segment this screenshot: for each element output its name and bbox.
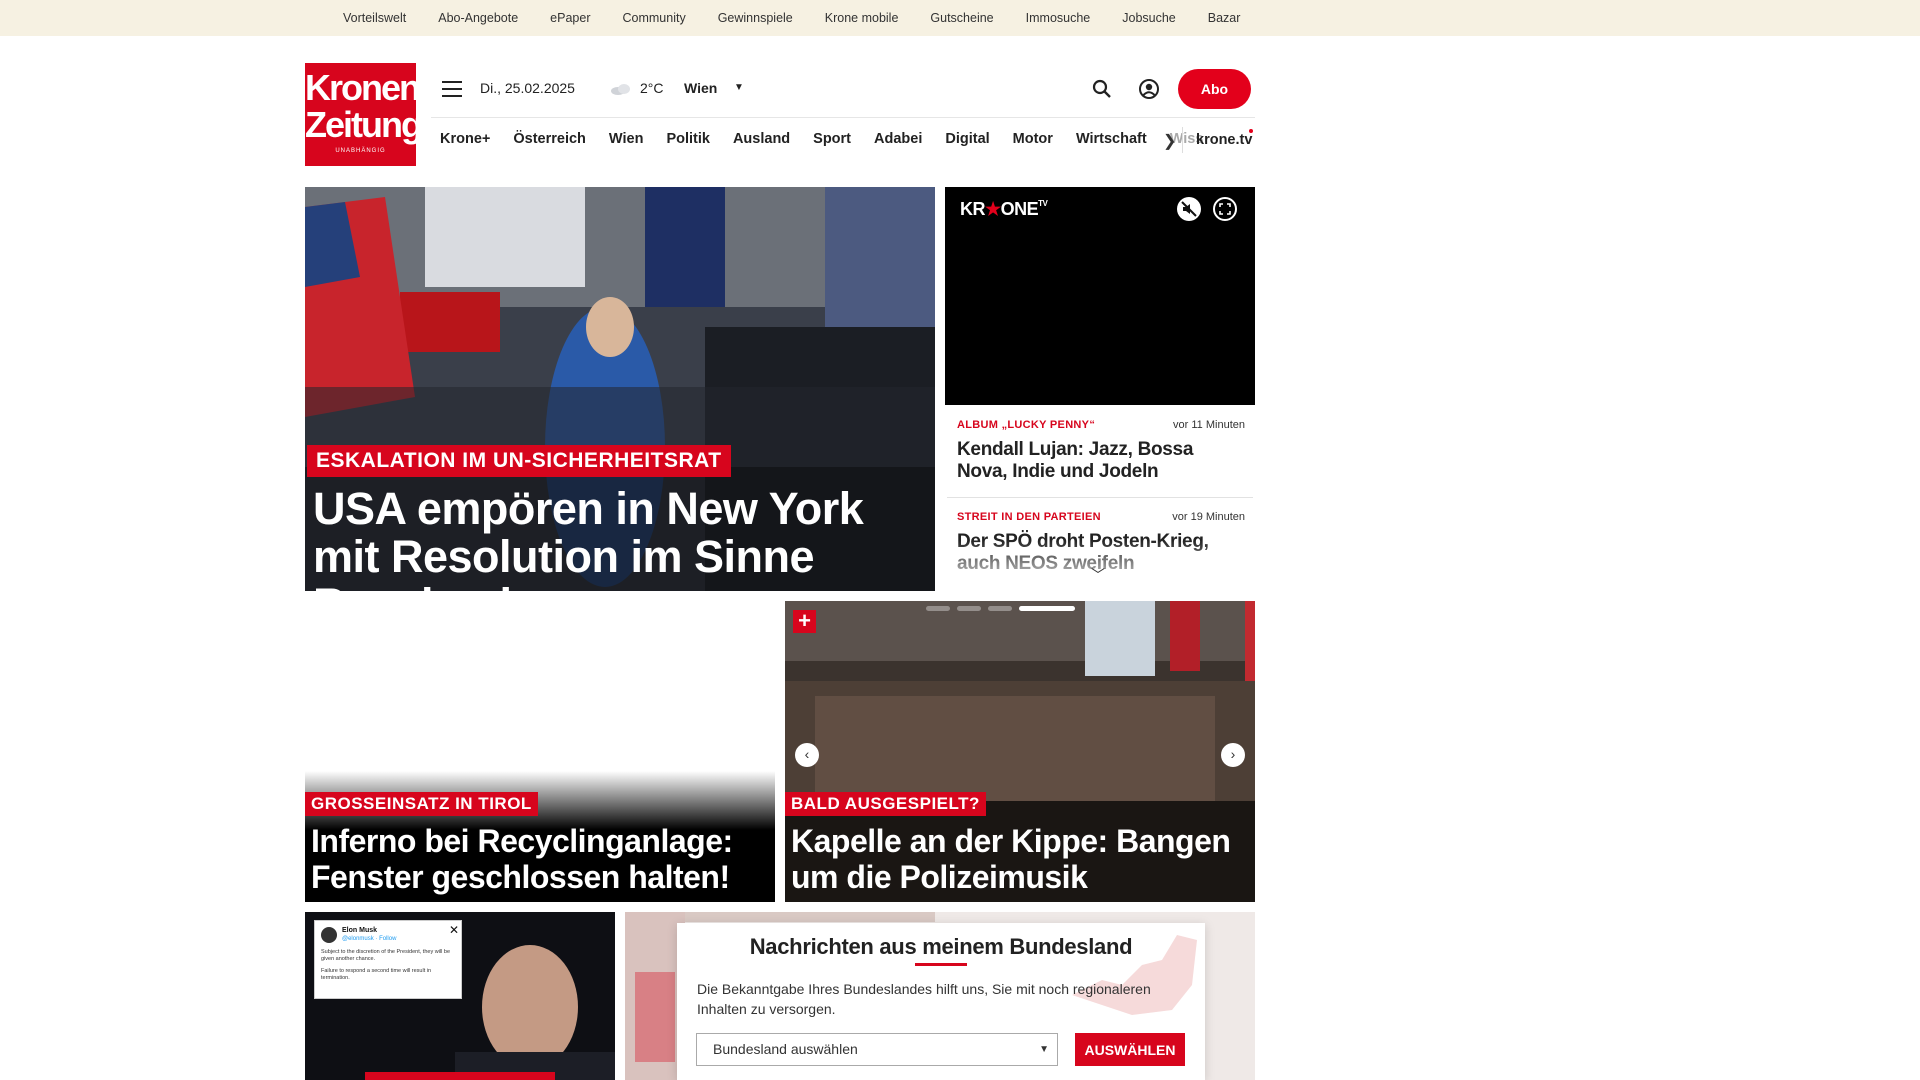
krone-plus-badge: + xyxy=(793,610,816,633)
tweet-text: Subject to the discretion of the Preside… xyxy=(321,949,455,982)
nav-item-sport[interactable]: Sport xyxy=(813,131,851,147)
sidebar-kicker: ALBUM „LUCKY PENNY“ xyxy=(957,419,1096,431)
sidebar-divider xyxy=(947,497,1253,498)
tile-kicker: GROSSEINSATZ IN TIROL xyxy=(305,792,538,816)
sidebar-time: vor 19 Minuten xyxy=(1172,511,1245,523)
logo-line-3: UNABHÄNGIG xyxy=(335,148,386,154)
tile-headline[interactable]: Kapelle an der Kippe: Bangen um die Poli… xyxy=(791,823,1251,895)
nav-item-ausland[interactable]: Ausland xyxy=(733,131,790,147)
link-krone-mobile[interactable]: Krone mobile xyxy=(825,11,899,25)
nav-item-adabei[interactable]: Adabei xyxy=(874,131,922,147)
sidebar-time: vor 11 Minuten xyxy=(1173,419,1245,431)
top-utility-bar: Vorteilswelt Abo-Angebote ePaper Communi… xyxy=(0,0,1920,36)
avatar xyxy=(321,927,337,943)
bundesland-select[interactable]: Bundesland auswählen ▼ xyxy=(696,1033,1058,1066)
title-underline xyxy=(915,963,967,966)
slider-dot[interactable] xyxy=(988,606,1012,611)
link-epaper[interactable]: ePaper xyxy=(550,11,590,25)
tweet-text-line-2: Failure to respond a second time will re… xyxy=(321,968,432,981)
auswaehlen-button[interactable]: AUSWÄHLEN xyxy=(1075,1033,1185,1066)
temperature: 2°C xyxy=(640,80,664,96)
section-nav: Krone+ Österreich Wien Politik Ausland S… xyxy=(440,131,1226,147)
krone-tv-logo: KR★ONETV xyxy=(960,199,1048,219)
slider-dot-active[interactable] xyxy=(1019,606,1075,611)
utility-links: Vorteilswelt Abo-Angebote ePaper Communi… xyxy=(343,0,1272,36)
hamburger-menu-icon[interactable] xyxy=(442,81,462,97)
tweet-card: Elon Musk @elonmusk · Follow ✕ Subject t… xyxy=(314,920,462,999)
sidebar-kicker: STREIT IN DEN PARTEIEN xyxy=(957,511,1101,523)
logo-line-1: Kronen xyxy=(305,67,421,108)
krone-tv-player[interactable]: KR★ONETV xyxy=(945,187,1255,405)
current-date: Di., 25.02.2025 xyxy=(480,80,575,96)
city-selector[interactable]: Wien xyxy=(684,80,717,96)
link-vorteilswelt[interactable]: Vorteilswelt xyxy=(343,11,406,25)
user-account-icon[interactable] xyxy=(1138,78,1160,100)
slider-next-icon[interactable]: › xyxy=(1221,743,1245,767)
select-placeholder: Bundesland auswählen xyxy=(713,1041,858,1057)
slider-dot[interactable] xyxy=(957,606,981,611)
kronen-zeitung-logo[interactable]: Kronen Zeitung UNABHÄNGIG xyxy=(305,63,423,166)
nav-item-motor[interactable]: Motor xyxy=(1013,131,1053,147)
chevron-down-icon: ▼ xyxy=(1039,1044,1049,1055)
chevron-right-icon[interactable]: ❯ xyxy=(1163,131,1176,151)
nav-divider xyxy=(431,117,1255,118)
nav-item-politik[interactable]: Politik xyxy=(666,131,710,147)
link-gutscheine[interactable]: Gutscheine xyxy=(930,11,993,25)
fullscreen-icon[interactable] xyxy=(1213,197,1237,221)
nav-item-digital[interactable]: Digital xyxy=(945,131,989,147)
article-tile-musk[interactable]: Elon Musk @elonmusk · Follow ✕ Subject t… xyxy=(305,912,615,1080)
logo-line-2: Zeitung xyxy=(305,104,423,145)
link-bazar[interactable]: Bazar xyxy=(1208,11,1241,25)
search-icon[interactable] xyxy=(1091,78,1113,100)
live-dot xyxy=(1249,129,1253,133)
link-community[interactable]: Community xyxy=(622,11,685,25)
sidebar-article-1[interactable]: ALBUM „LUCKY PENNY“ vor 11 Minuten Kenda… xyxy=(957,419,1245,489)
tile-kicker: BALD AUSGESPIELT? xyxy=(785,792,986,816)
link-jobsuche[interactable]: Jobsuche xyxy=(1122,11,1176,25)
chevron-down-icon[interactable]: ﹀ xyxy=(1091,565,1105,585)
article-tile-polizeimusik[interactable]: + ‹ › BALD AUSGESPIELT? Kapelle an der K… xyxy=(785,601,1255,902)
slider-prev-icon[interactable]: ‹ xyxy=(795,743,819,767)
tweet-handle: @elonmusk · Follow xyxy=(342,936,397,942)
hero-article[interactable]: ESKALATION IM UN-SICHERHEITSRAT USA empö… xyxy=(305,187,935,591)
tile-headline[interactable]: Inferno bei Recyclinganlage: Fenster ges… xyxy=(311,823,771,895)
link-abo-angebote[interactable]: Abo-Angebote xyxy=(438,11,518,25)
nav-item-wien[interactable]: Wien xyxy=(609,131,644,147)
dialog-title: Nachrichten aus meinem Bundesland xyxy=(749,934,1133,959)
dialog-text: Die Bekanntgabe Ihres Bundeslandes hilft… xyxy=(697,981,1151,1017)
bundesland-dialog: Nachrichten aus meinem Bundesland Die Be… xyxy=(677,923,1205,1080)
slider-dot[interactable] xyxy=(926,606,950,611)
nav-item-wirtschaft[interactable]: Wirtschaft xyxy=(1076,131,1147,147)
link-immosuche[interactable]: Immosuche xyxy=(1026,11,1091,25)
nav-item-krone-plus[interactable]: Krone+ xyxy=(440,131,490,147)
mute-icon[interactable] xyxy=(1177,197,1201,221)
nav-item-krone-tv[interactable]: krone.tv xyxy=(1196,132,1252,148)
hero-headline[interactable]: USA empören in New York mit Resolution i… xyxy=(313,485,928,592)
sidebar-headline[interactable]: Kendall Lujan: Jazz, Bossa Nova, Indie u… xyxy=(957,439,1245,483)
close-icon: ✕ xyxy=(449,923,460,937)
tweet-text-line-1: Subject to the discretion of the Preside… xyxy=(321,949,451,962)
article-tile-tirol[interactable]: GROSSEINSATZ IN TIROL Inferno bei Recycl… xyxy=(305,601,775,902)
nav-separator xyxy=(1182,127,1183,153)
slider-dots[interactable] xyxy=(926,606,1075,611)
hero-kicker: ESKALATION IM UN-SICHERHEITSRAT xyxy=(307,445,731,477)
nav-item-oesterreich[interactable]: Österreich xyxy=(513,131,586,147)
cloud-icon xyxy=(611,84,630,95)
link-gewinnspiele[interactable]: Gewinnspiele xyxy=(718,11,793,25)
tweet-author: Elon Musk xyxy=(342,927,378,934)
chevron-down-icon[interactable]: ▼ xyxy=(734,82,744,93)
abo-button[interactable]: Abo xyxy=(1178,69,1251,109)
